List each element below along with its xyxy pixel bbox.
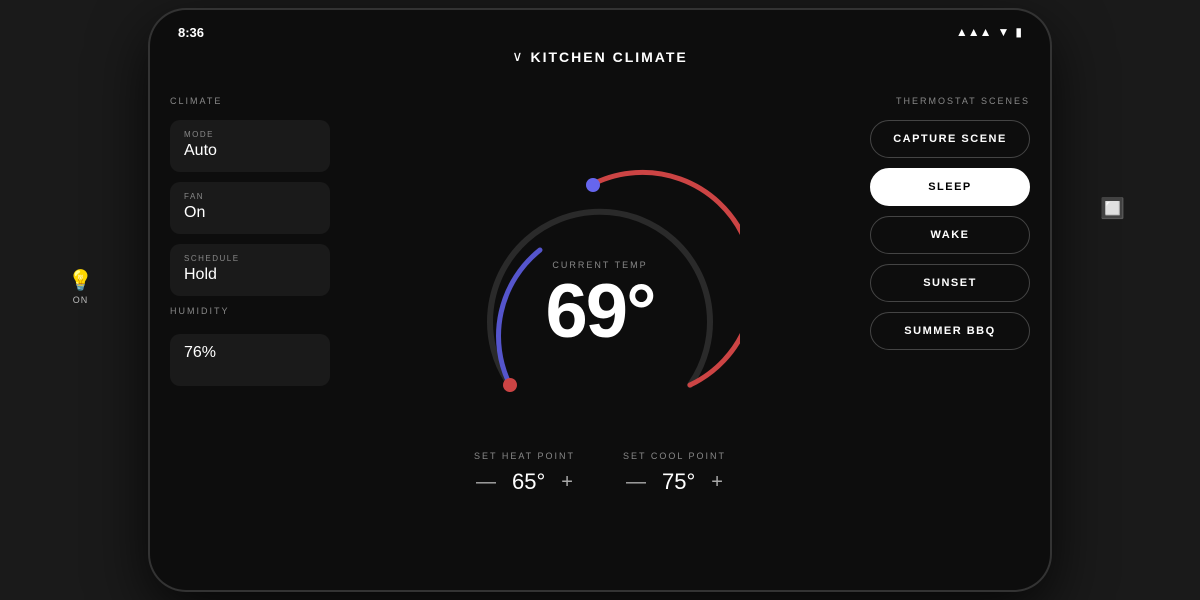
chevron-down-icon[interactable]: ∨ (512, 48, 522, 65)
schedule-card[interactable]: SCHEDULE Hold (170, 244, 330, 296)
schedule-value: Hold (184, 266, 316, 284)
status-icons: ▲▲▲ ▼ ▮ (956, 25, 1022, 39)
fan-label: FAN (184, 192, 316, 201)
mode-card[interactable]: MODE Auto (170, 120, 330, 172)
signal-icon: ▲▲▲ (956, 25, 992, 39)
app-header: ∨ KITCHEN CLIMATE (150, 48, 1050, 65)
heat-decrement-button[interactable]: — (476, 471, 496, 494)
humidity-value: 76% (184, 344, 316, 362)
wifi-icon: ▼ (998, 25, 1010, 39)
summer-bbq-scene-button[interactable]: SUMMER BBQ (870, 312, 1030, 350)
mode-label: MODE (184, 130, 316, 139)
cool-point-controls: — 75° + (626, 469, 723, 495)
main-content: CLIMATE MODE Auto FAN On SCHEDULE Hold H… (150, 80, 1050, 590)
heat-increment-button[interactable]: + (561, 471, 573, 494)
status-bar: 8:36 ▲▲▲ ▼ ▮ (150, 20, 1050, 44)
cool-decrement-button[interactable]: — (626, 471, 646, 494)
cool-point-value: 75° (662, 469, 695, 495)
heat-point-value: 65° (512, 469, 545, 495)
left-node[interactable]: 💡 ON (68, 268, 93, 305)
status-time: 8:36 (178, 25, 204, 40)
humidity-section-label: HUMIDITY (170, 306, 330, 316)
setpoints: SET HEAT POINT — 65° + SET COOL POINT — … (474, 451, 726, 495)
right-node[interactable]: 🔲 (1100, 196, 1125, 221)
heat-point-controls: — 65° + (476, 469, 573, 495)
sleep-scene-button[interactable]: SLEEP (870, 168, 1030, 206)
battery-icon: ▮ (1015, 25, 1022, 39)
cool-increment-button[interactable]: + (711, 471, 723, 494)
left-panel: CLIMATE MODE Auto FAN On SCHEDULE Hold H… (150, 80, 350, 590)
cool-point-group: SET COOL POINT — 75° + (623, 451, 726, 495)
humidity-card: 76% (170, 334, 330, 386)
climate-section-label: CLIMATE (170, 96, 330, 106)
mode-value: Auto (184, 142, 316, 160)
schedule-label: SCHEDULE (184, 254, 316, 263)
capture-scene-button[interactable]: CAPTURE SCENE (870, 120, 1030, 158)
sunset-scene-button[interactable]: SUNSET (870, 264, 1030, 302)
thermostat-dial[interactable]: CURRENT TEMP 69° (460, 155, 740, 435)
scenes-section-label: THERMOSTAT SCENES (870, 96, 1030, 106)
outer-container: 💡 ON 🔲 8:36 ▲▲▲ ▼ ▮ ∨ KITCHEN CLIMATE CL… (0, 0, 1200, 600)
cool-point-label: SET COOL POINT (623, 451, 726, 461)
heat-point-group: SET HEAT POINT — 65° + (474, 451, 575, 495)
wake-scene-button[interactable]: WAKE (870, 216, 1030, 254)
fan-value: On (184, 204, 316, 222)
page-title: KITCHEN CLIMATE (530, 49, 687, 65)
left-node-label: ON (73, 295, 89, 305)
heat-point-label: SET HEAT POINT (474, 451, 575, 461)
fan-card[interactable]: FAN On (170, 182, 330, 234)
dial-info: CURRENT TEMP 69° (546, 260, 655, 350)
right-panel: THERMOSTAT SCENES CAPTURE SCENE SLEEP WA… (850, 80, 1050, 590)
center-area: CURRENT TEMP 69° SET HEAT POINT — 65° + (350, 80, 850, 590)
tablet: 8:36 ▲▲▲ ▼ ▮ ∨ KITCHEN CLIMATE CLIMATE M… (150, 10, 1050, 590)
current-temp-value: 69° (546, 274, 655, 350)
